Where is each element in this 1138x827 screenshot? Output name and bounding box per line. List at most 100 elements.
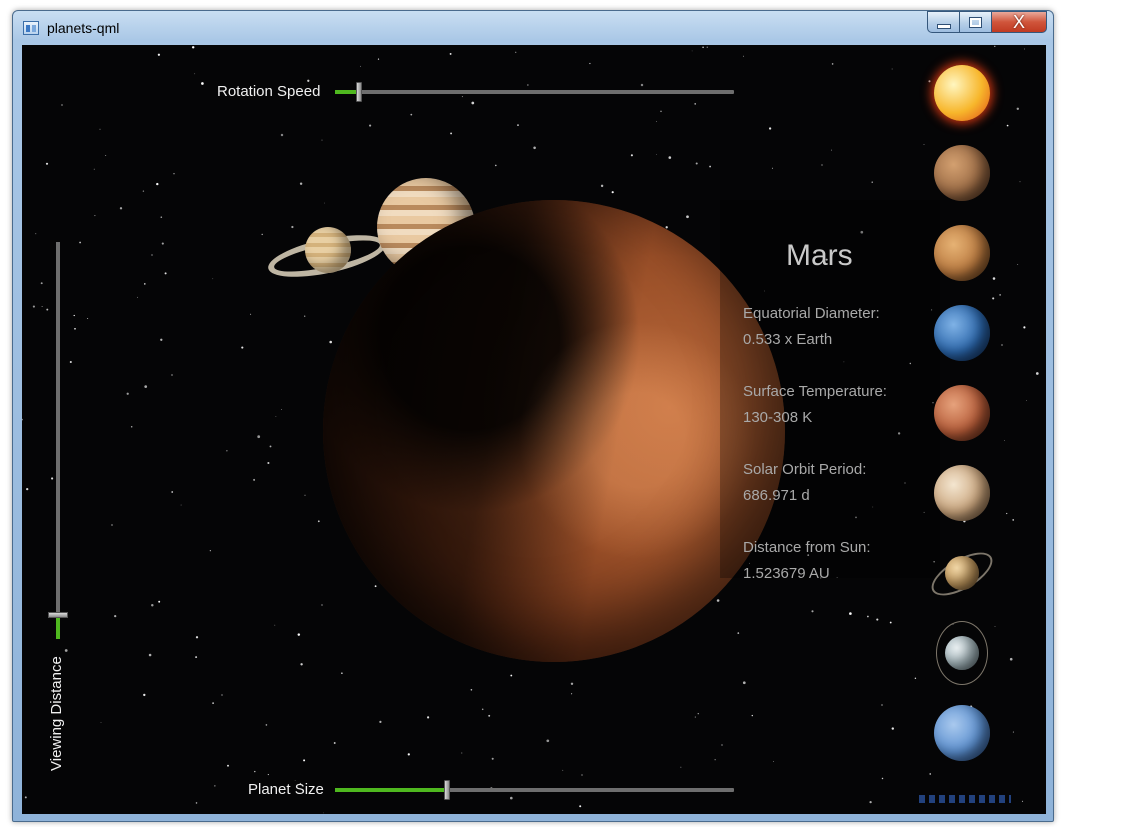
- star: [571, 693, 573, 695]
- star: [992, 297, 995, 300]
- star: [811, 610, 814, 613]
- star: [209, 550, 211, 552]
- star: [99, 128, 101, 130]
- star: [494, 164, 497, 167]
- planet-size-handle[interactable]: [444, 780, 450, 800]
- planet-thumb-jupiter[interactable]: [934, 465, 990, 521]
- star: [267, 461, 270, 465]
- star: [226, 450, 228, 452]
- star: [1009, 657, 1013, 661]
- star: [867, 615, 869, 618]
- star: [869, 800, 872, 804]
- star: [87, 317, 89, 320]
- star: [360, 65, 361, 67]
- planet-thumb-neptune[interactable]: [934, 705, 990, 761]
- star: [304, 315, 306, 317]
- star: [630, 154, 633, 157]
- star: [1012, 731, 1014, 733]
- planet-thumb-sun[interactable]: [934, 65, 990, 121]
- star: [161, 242, 164, 245]
- planet-thumb-venus[interactable]: [934, 225, 990, 281]
- planet-thumb-uranus[interactable]: [945, 636, 979, 670]
- star: [119, 207, 123, 210]
- star: [324, 202, 326, 204]
- viewing-distance-handle[interactable]: [48, 612, 68, 618]
- app-window: planets-qml X Mars Equatorial Diameter:: [12, 10, 1054, 822]
- star: [914, 677, 917, 680]
- planet-thumb-saturn[interactable]: [945, 556, 979, 590]
- viewing-distance-slider[interactable]: [48, 242, 68, 639]
- star: [751, 714, 753, 717]
- surface-temperature-label: Surface Temperature:: [743, 383, 887, 400]
- star: [374, 585, 377, 588]
- star: [156, 182, 159, 186]
- star: [341, 672, 343, 675]
- star: [768, 127, 772, 130]
- star: [546, 739, 550, 743]
- star: [994, 45, 996, 48]
- star: [297, 633, 301, 636]
- star: [714, 759, 716, 761]
- star: [702, 46, 704, 49]
- planet-thumb-earth[interactable]: [934, 305, 990, 361]
- planet-viewport[interactable]: Mars Equatorial Diameter: 0.533 x Earth …: [22, 45, 1046, 814]
- star: [317, 520, 320, 523]
- planet-thumb-mars[interactable]: [934, 385, 990, 441]
- star: [923, 143, 925, 145]
- star: [250, 313, 252, 315]
- star: [307, 79, 310, 82]
- solar-orbit-period-value: 686.971 d: [743, 487, 810, 504]
- star: [1035, 372, 1039, 375]
- star: [171, 491, 174, 493]
- star: [1006, 124, 1009, 127]
- rotation-speed-handle[interactable]: [356, 82, 362, 102]
- title-bar[interactable]: planets-qml X: [13, 11, 1053, 45]
- star: [148, 653, 152, 657]
- viewing-distance-fill: [56, 615, 60, 639]
- star: [737, 632, 740, 634]
- star: [427, 716, 430, 719]
- star: [491, 757, 494, 760]
- planet-thumb-mercury[interactable]: [934, 145, 990, 201]
- surface-temperature-value: 130-308 K: [743, 409, 813, 426]
- star: [515, 51, 517, 53]
- star: [212, 278, 214, 280]
- star: [831, 63, 834, 65]
- star: [100, 722, 102, 723]
- star: [999, 294, 1001, 296]
- star: [253, 478, 256, 481]
- close-button[interactable]: X: [991, 11, 1047, 33]
- minimize-button[interactable]: [927, 11, 959, 33]
- star: [195, 802, 198, 804]
- star: [261, 233, 263, 236]
- saturn-background: [264, 217, 390, 287]
- star: [241, 346, 244, 349]
- star: [1017, 264, 1019, 266]
- planet-name: Mars: [786, 239, 853, 272]
- star: [562, 769, 564, 771]
- star: [697, 713, 699, 715]
- planet-size-slider[interactable]: [335, 780, 734, 800]
- star: [992, 277, 996, 280]
- star: [709, 165, 712, 168]
- app-window-icon: [23, 21, 39, 35]
- star: [876, 618, 879, 621]
- viewing-distance-label: Viewing Distance: [48, 656, 65, 771]
- star: [45, 162, 49, 165]
- maximize-button[interactable]: [959, 11, 991, 33]
- star: [509, 796, 513, 800]
- star: [570, 682, 574, 686]
- star: [126, 392, 129, 395]
- star: [1006, 512, 1008, 515]
- rotation-speed-slider[interactable]: [335, 82, 734, 102]
- star: [579, 805, 582, 808]
- star: [660, 110, 662, 113]
- star: [1024, 48, 1025, 50]
- star: [488, 714, 491, 717]
- star: [79, 241, 81, 244]
- star: [1021, 800, 1024, 802]
- star: [1016, 107, 1020, 111]
- star: [611, 191, 614, 194]
- star: [929, 773, 931, 775]
- star: [257, 435, 261, 439]
